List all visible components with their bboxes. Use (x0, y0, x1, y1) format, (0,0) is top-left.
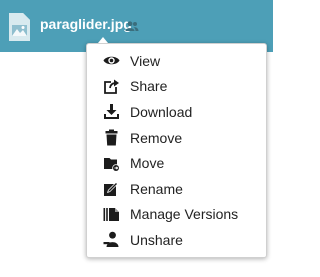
menu-item-label: Download (130, 103, 193, 120)
rename-icon (103, 180, 120, 197)
menu-item-view[interactable]: View (87, 48, 266, 74)
menu-item-label: Manage Versions (130, 206, 239, 223)
menu-item-move[interactable]: Move (87, 150, 266, 176)
share-icon (103, 78, 120, 95)
menu-item-unshare[interactable]: Unshare (87, 227, 266, 253)
shared-users-icon[interactable] (125, 21, 139, 31)
menu-item-label: View (130, 52, 161, 69)
image-file-icon[interactable] (9, 13, 30, 41)
menu-item-label: Unshare (130, 231, 183, 248)
unshare-icon (103, 231, 120, 248)
menu-item-share[interactable]: Share (87, 74, 266, 100)
file-actions-menu: View Share Download Remove Move Rename M… (86, 43, 267, 258)
menu-caret (98, 37, 108, 43)
menu-item-remove[interactable]: Remove (87, 125, 266, 151)
menu-item-label: Rename (130, 180, 183, 197)
move-folder-icon (103, 155, 120, 172)
eye-icon (103, 52, 120, 69)
versions-icon (103, 206, 120, 223)
file-name[interactable]: paraglider.jpg (40, 16, 132, 32)
download-icon (103, 103, 120, 120)
menu-item-label: Share (130, 78, 168, 95)
menu-item-download[interactable]: Download (87, 99, 266, 125)
menu-item-manage-versions[interactable]: Manage Versions (87, 202, 266, 228)
file-browser-view: paraglider.jpg View Share Download Remov… (0, 0, 273, 277)
menu-item-label: Remove (130, 129, 183, 146)
menu-item-rename[interactable]: Rename (87, 176, 266, 202)
trash-icon (103, 129, 120, 146)
menu-item-label: Move (130, 155, 165, 172)
